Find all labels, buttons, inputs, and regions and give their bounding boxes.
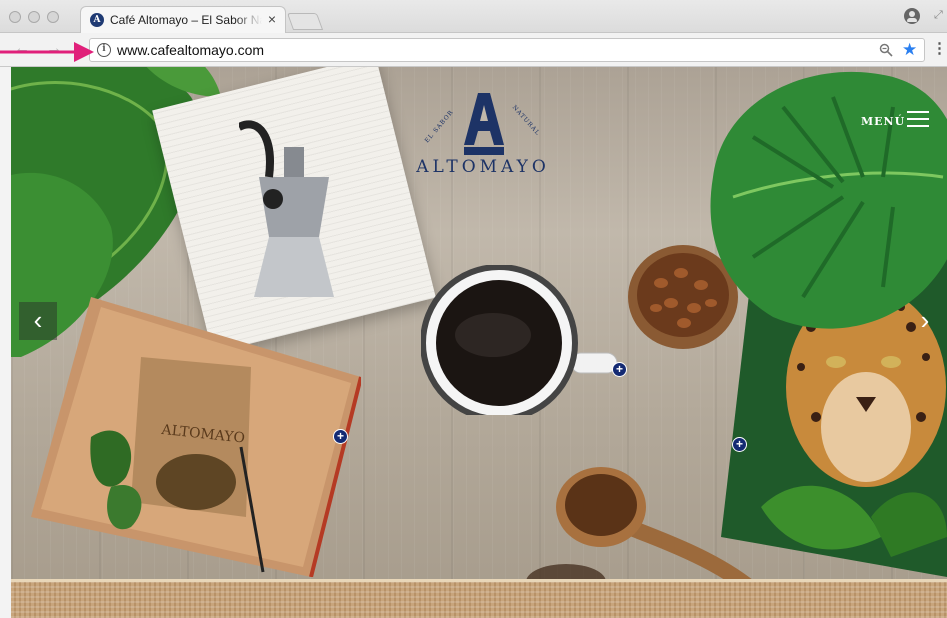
notebook-with-coffee-bag: ALTOMAYO: [31, 297, 361, 577]
url-text[interactable]: www.cafealtomayo.com: [117, 42, 264, 58]
minimize-window-icon[interactable]: [28, 11, 40, 23]
carousel-prev-button[interactable]: ‹: [19, 302, 57, 340]
more-vert-icon[interactable]: ⋮: [932, 39, 947, 57]
coffee-cup: [421, 265, 618, 415]
product-hotspot-cup[interactable]: +: [612, 362, 627, 377]
menu-button-label[interactable]: MENÚ: [861, 115, 905, 128]
logo-arc-right-text: NATURAL: [510, 103, 542, 138]
annotation-arrow-icon: [0, 42, 94, 62]
tab-title: Café Altomayo – El Sabor Natural: [110, 13, 262, 27]
product-hotspot-jaguar[interactable]: +: [732, 437, 747, 452]
altomayo-logo[interactable]: EL SABOR NATURAL ALTOMAYO: [403, 93, 563, 183]
moka-pot: [239, 120, 334, 297]
info-icon[interactable]: i: [97, 43, 111, 57]
zoom-icon[interactable]: [879, 43, 893, 57]
browser-titlebar: A Café Altomayo – El Sabor Natural × ⤢: [0, 0, 947, 34]
hero-slide: ALTOMAYO EL SABOR NATURAL ALTOMAYO MENÚ …: [11, 67, 947, 618]
address-bar[interactable]: i www.cafealtomayo.com ★: [89, 38, 925, 62]
close-window-icon[interactable]: [9, 11, 21, 23]
hamburger-menu-icon[interactable]: [907, 111, 929, 129]
burlap-cloth: [11, 579, 947, 618]
logo-wordmark: ALTOMAYO: [416, 157, 550, 177]
zoom-window-icon[interactable]: [47, 11, 59, 23]
logo-arc-left-text: EL SABOR: [423, 108, 456, 145]
new-tab-button[interactable]: [286, 13, 324, 30]
carousel-next-button[interactable]: ›: [906, 302, 944, 340]
star-icon[interactable]: ★: [902, 40, 917, 60]
tab-close-icon[interactable]: ×: [268, 11, 276, 27]
browser-tab[interactable]: A Café Altomayo – El Sabor Natural ×: [80, 6, 286, 34]
product-hotspot-notebook[interactable]: +: [333, 429, 348, 444]
profile-icon[interactable]: [904, 8, 920, 24]
fullscreen-icon[interactable]: ⤢: [934, 9, 943, 22]
site-favicon-icon: A: [90, 13, 104, 27]
altomayo-logo-mark: [464, 93, 504, 155]
browser-toolbar: ← → i www.cafealtomayo.com ★ ⋮: [0, 33, 947, 67]
